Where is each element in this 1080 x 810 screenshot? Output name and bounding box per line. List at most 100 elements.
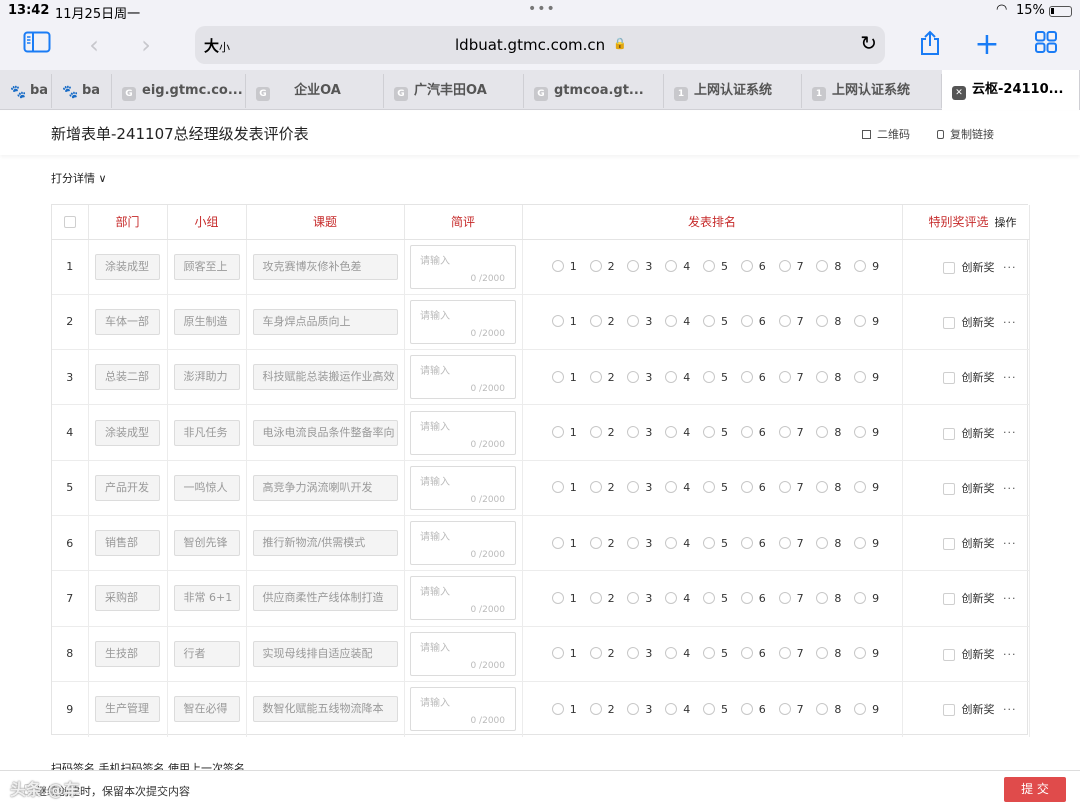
rank-radio-option[interactable]: 4 bbox=[659, 647, 697, 660]
rank-radio-option[interactable]: 9 bbox=[848, 536, 886, 550]
back-icon[interactable]: ‹ bbox=[78, 30, 110, 60]
rank-radio-option[interactable]: 1 bbox=[545, 591, 583, 605]
tab-auth-2[interactable]: 1 上网认证系统 bbox=[802, 74, 942, 108]
sidebar-toggle-icon[interactable] bbox=[21, 30, 53, 60]
rank-radio-option[interactable]: 5 bbox=[697, 702, 735, 716]
rank-radio-option[interactable]: 6 bbox=[734, 647, 772, 660]
rank-radio-option[interactable]: 3 bbox=[621, 591, 659, 605]
rank-radio-option[interactable]: 6 bbox=[734, 481, 772, 494]
tab-overview-icon[interactable] bbox=[1030, 30, 1062, 60]
rank-radio-option[interactable]: 3 bbox=[621, 370, 659, 384]
rank-radio-option[interactable]: 3 bbox=[621, 702, 659, 716]
rank-radio-option[interactable]: 8 bbox=[810, 315, 848, 328]
multitask-dots-icon[interactable]: ••• bbox=[528, 1, 556, 17]
rank-radio-option[interactable]: 7 bbox=[772, 591, 810, 605]
tab-baidu-2[interactable]: 🐾 ba bbox=[52, 74, 112, 108]
more-actions-icon[interactable]: ··· bbox=[1003, 537, 1017, 550]
rank-radio-option[interactable]: 1 bbox=[545, 426, 583, 439]
rank-radio-option[interactable]: 3 bbox=[621, 536, 659, 550]
rank-radio-option[interactable]: 4 bbox=[659, 260, 697, 273]
rank-radio-option[interactable]: 7 bbox=[772, 370, 810, 384]
rank-radio-option[interactable]: 3 bbox=[621, 647, 659, 660]
tab-auth-1[interactable]: 1 上网认证系统 bbox=[664, 74, 802, 108]
rank-radio-option[interactable]: 4 bbox=[659, 591, 697, 605]
rank-radio-option[interactable]: 9 bbox=[848, 481, 886, 494]
rank-radio-option[interactable]: 4 bbox=[659, 536, 697, 550]
rank-radio-option[interactable]: 2 bbox=[583, 370, 621, 384]
innovation-award-checkbox[interactable] bbox=[942, 593, 955, 606]
rank-radio-option[interactable]: 9 bbox=[848, 370, 886, 384]
copy-link-button[interactable]: 复制链接 bbox=[937, 126, 994, 142]
comment-textarea[interactable]: 请输入 0 /2000 bbox=[410, 576, 516, 621]
rank-radio-option[interactable]: 9 bbox=[848, 702, 886, 716]
rank-radio-option[interactable]: 7 bbox=[772, 260, 810, 273]
rank-radio-option[interactable]: 9 bbox=[848, 315, 886, 328]
rank-radio-option[interactable]: 1 bbox=[545, 647, 583, 660]
url-text[interactable]: ldbuat.gtmc.com.cn bbox=[455, 36, 605, 54]
score-details-toggle[interactable]: 打分详情 ∨ bbox=[51, 170, 107, 186]
comment-textarea[interactable]: 请输入 0 /2000 bbox=[410, 687, 516, 732]
tab-yunshu-active[interactable]: ✕ 云枢-24110... bbox=[942, 70, 1080, 110]
rank-radio-option[interactable]: 2 bbox=[583, 481, 621, 494]
rank-radio-option[interactable]: 5 bbox=[697, 315, 735, 328]
rank-radio-option[interactable]: 1 bbox=[545, 315, 583, 328]
more-actions-icon[interactable]: ··· bbox=[1003, 371, 1017, 384]
rank-radio-option[interactable]: 9 bbox=[848, 591, 886, 605]
reload-icon[interactable]: ↻ bbox=[860, 31, 877, 55]
rank-radio-option[interactable]: 2 bbox=[583, 260, 621, 273]
innovation-award-checkbox[interactable] bbox=[942, 316, 955, 329]
rank-radio-option[interactable]: 5 bbox=[697, 591, 735, 605]
tab-gtmcoa[interactable]: Ggtmcoa.gt... bbox=[524, 74, 664, 108]
more-actions-icon[interactable]: ··· bbox=[1003, 482, 1017, 495]
innovation-award-checkbox[interactable] bbox=[942, 648, 955, 661]
rank-radio-option[interactable]: 1 bbox=[545, 702, 583, 716]
rank-radio-option[interactable]: 4 bbox=[659, 426, 697, 439]
rank-radio-option[interactable]: 2 bbox=[583, 536, 621, 550]
rank-radio-option[interactable]: 8 bbox=[810, 647, 848, 660]
rank-radio-option[interactable]: 3 bbox=[621, 315, 659, 328]
rank-radio-option[interactable]: 4 bbox=[659, 702, 697, 716]
innovation-award-checkbox[interactable] bbox=[942, 704, 955, 717]
rank-radio-option[interactable]: 8 bbox=[810, 702, 848, 716]
comment-textarea[interactable]: 请输入 0 /2000 bbox=[410, 355, 516, 400]
more-actions-icon[interactable]: ··· bbox=[1003, 592, 1017, 605]
qr-code-button[interactable]: 二维码 bbox=[862, 126, 910, 142]
rank-radio-option[interactable]: 5 bbox=[697, 260, 735, 273]
rank-radio-option[interactable]: 4 bbox=[659, 481, 697, 494]
tab-enterprise-oa[interactable]: G 企业OA bbox=[246, 74, 384, 108]
rank-radio-option[interactable]: 6 bbox=[734, 426, 772, 439]
comment-textarea[interactable]: 请输入 0 /2000 bbox=[410, 244, 516, 289]
rank-radio-option[interactable]: 3 bbox=[621, 260, 659, 273]
rank-radio-option[interactable]: 2 bbox=[583, 647, 621, 660]
share-icon[interactable] bbox=[914, 30, 946, 60]
rank-radio-option[interactable]: 6 bbox=[734, 702, 772, 716]
innovation-award-checkbox[interactable] bbox=[942, 261, 955, 274]
rank-radio-option[interactable]: 7 bbox=[772, 481, 810, 494]
rank-radio-option[interactable]: 6 bbox=[734, 591, 772, 605]
new-tab-icon[interactable]: + bbox=[971, 30, 1003, 60]
forward-icon[interactable]: › bbox=[130, 30, 162, 60]
rank-radio-option[interactable]: 6 bbox=[734, 260, 772, 273]
rank-radio-option[interactable]: 8 bbox=[810, 481, 848, 494]
rank-radio-option[interactable]: 5 bbox=[697, 370, 735, 384]
innovation-award-checkbox[interactable] bbox=[942, 482, 955, 495]
rank-radio-option[interactable]: 8 bbox=[810, 426, 848, 439]
comment-textarea[interactable]: 请输入 0 /2000 bbox=[410, 521, 516, 566]
rank-radio-option[interactable]: 7 bbox=[772, 315, 810, 328]
rank-radio-option[interactable]: 7 bbox=[772, 702, 810, 716]
rank-radio-option[interactable]: 3 bbox=[621, 426, 659, 439]
innovation-award-checkbox[interactable] bbox=[942, 372, 955, 385]
rank-radio-option[interactable]: 8 bbox=[810, 370, 848, 384]
rank-radio-option[interactable]: 5 bbox=[697, 647, 735, 660]
more-actions-icon[interactable]: ··· bbox=[1003, 261, 1017, 274]
rank-radio-option[interactable]: 2 bbox=[583, 426, 621, 439]
more-actions-icon[interactable]: ··· bbox=[1003, 426, 1017, 439]
rank-radio-option[interactable]: 4 bbox=[659, 370, 697, 384]
rank-radio-option[interactable]: 7 bbox=[772, 647, 810, 660]
rank-radio-option[interactable]: 9 bbox=[848, 647, 886, 660]
rank-radio-option[interactable]: 3 bbox=[621, 481, 659, 494]
address-bar[interactable]: 大小 ldbuat.gtmc.com.cn 🔒 ↻ bbox=[195, 26, 885, 64]
rank-radio-option[interactable]: 8 bbox=[810, 591, 848, 605]
tab-gac-toyota-oa[interactable]: G 广汽丰田OA bbox=[384, 74, 524, 108]
rank-radio-option[interactable]: 6 bbox=[734, 536, 772, 550]
